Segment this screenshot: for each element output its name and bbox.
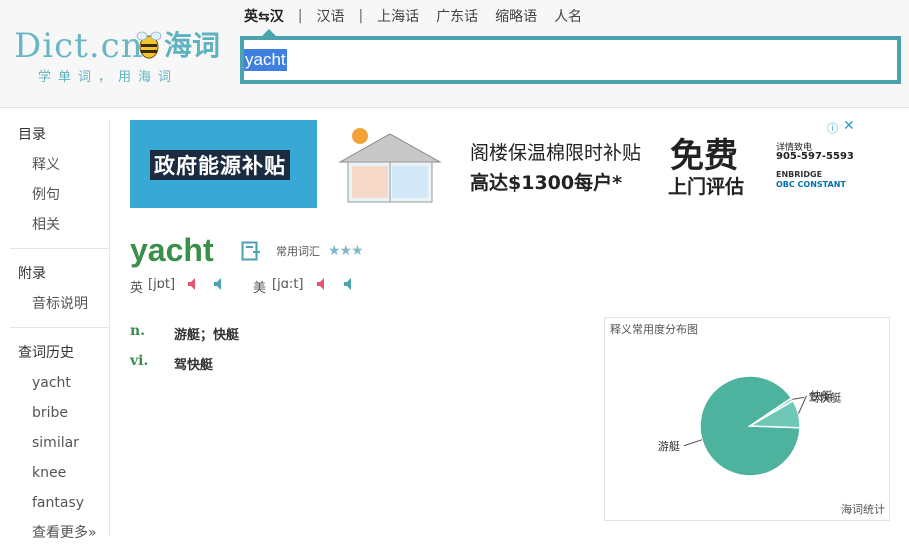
sidebar-group-appendix: 附录 音标说明	[10, 259, 109, 328]
house-illustration-icon	[338, 128, 442, 203]
search-input[interactable]	[248, 48, 848, 72]
ad-left-text: 政府能源补贴	[150, 150, 290, 180]
logo-slogan: 学单词，用海词	[38, 70, 179, 85]
ad-left-panel: 政府能源补贴	[130, 120, 317, 208]
sidebar-item-related[interactable]: 相关	[10, 210, 109, 240]
definition-text: 驾快艇	[174, 358, 214, 373]
sidebar-item-examples[interactable]: 例句	[10, 180, 109, 210]
history-item[interactable]: fantasy	[10, 488, 109, 518]
ad-line1: 阁楼保温棉限时补贴	[470, 142, 642, 164]
ad-banner[interactable]: 政府能源补贴 阁楼保温棉限时补贴 高达$1300每户* 免费 上门评估 详情致电…	[130, 118, 858, 208]
sidebar-group-contents: 目录 释义 例句 相关	[10, 120, 109, 249]
ad-free: 免费	[670, 136, 738, 176]
ad-choices-icon[interactable]: ⓘ	[827, 120, 838, 136]
tab-chinese[interactable]: 汉语	[316, 6, 344, 26]
logo-text: Dict.cn	[14, 26, 144, 66]
history-item[interactable]: bribe	[10, 398, 109, 428]
definition-pos: n.	[130, 323, 146, 339]
add-to-wordbook-icon[interactable]	[241, 241, 261, 261]
word-title: yacht	[130, 232, 214, 268]
definition-pos: vi.	[130, 353, 149, 369]
sidebar-item-phonetic-guide[interactable]: 音标说明	[10, 289, 109, 319]
history-more-link[interactable]: 查看更多»	[10, 518, 109, 548]
pron-us-phonetic: [jɑ:t]	[272, 277, 304, 292]
speaker-female-icon[interactable]	[316, 277, 328, 291]
header: Dict.cn 海词 学单词，用海词 英⇆汉 | 汉语 | 上海话 广东话 缩略…	[0, 0, 909, 108]
tab-abbreviation[interactable]: 缩略语	[495, 6, 537, 26]
history-item[interactable]: knee	[10, 458, 109, 488]
frequency-stars: ★★★	[328, 243, 364, 259]
speaker-male-icon[interactable]	[343, 277, 355, 291]
ad-visit: 上门评估	[668, 176, 745, 198]
pie-slice-label: 游艇	[658, 439, 680, 453]
pie-chart-svg: 游艇驾快艇快艇	[658, 375, 841, 477]
pron-us-label: 美	[253, 281, 267, 296]
pie-leader-line	[683, 439, 703, 447]
ad-close-icon[interactable]: ✕	[843, 118, 855, 134]
dictionary-tabs: 英⇆汉 | 汉语 | 上海话 广东话 缩略语 人名	[244, 5, 582, 27]
sidebar-title-history: 查词历史	[18, 345, 74, 361]
ad-line2: 高达$1300每户*	[470, 172, 623, 194]
tab-cantonese[interactable]: 广东话	[436, 6, 478, 26]
speaker-female-icon[interactable]	[187, 277, 199, 291]
sidebar-title-appendix: 附录	[18, 266, 46, 282]
sidebar: 目录 释义 例句 相关 附录 音标说明 查词历史 yacht bribe sim…	[10, 120, 110, 541]
chart-footer: 海词统计	[841, 503, 885, 516]
pron-uk-phonetic: [jɒt]	[148, 277, 176, 292]
tab-en-cn[interactable]: 英⇆汉	[244, 6, 284, 26]
tab-names[interactable]: 人名	[554, 6, 582, 26]
ad-phone: 905-597-5593	[776, 151, 854, 162]
pron-uk-label: 英	[130, 281, 144, 296]
tab-separator: |	[297, 8, 303, 24]
sidebar-title-contents: 目录	[18, 127, 46, 143]
pie-slice-label: 快艇	[810, 389, 832, 403]
history-item[interactable]: yacht	[10, 368, 109, 398]
speaker-male-icon[interactable]	[213, 277, 225, 291]
history-item[interactable]: similar	[10, 428, 109, 458]
tab-separator: |	[358, 8, 364, 24]
tab-shanghainese[interactable]: 上海话	[377, 6, 419, 26]
active-tab-pointer	[262, 29, 276, 36]
word-level-label: 常用词汇	[276, 245, 320, 258]
sidebar-group-history: 查词历史 yacht bribe similar knee fantasy 查看…	[10, 338, 109, 556]
ad-brand1: ENBRIDGE	[776, 170, 823, 179]
usage-chart: 释义常用度分布图 游艇 驾快艇 快艇 海词统计	[604, 317, 890, 521]
sidebar-item-definitions[interactable]: 释义	[10, 150, 109, 180]
site-logo[interactable]: Dict.cn 海词 学单词，用海词	[14, 26, 234, 88]
definition-text: 游艇；快艇	[174, 328, 240, 343]
bee-icon	[136, 31, 162, 59]
logo-cn-text: 海词	[164, 29, 221, 62]
pie-leader-line	[792, 396, 805, 400]
search-box	[240, 36, 901, 84]
ad-brand2: OBC CONSTANT	[776, 180, 846, 189]
